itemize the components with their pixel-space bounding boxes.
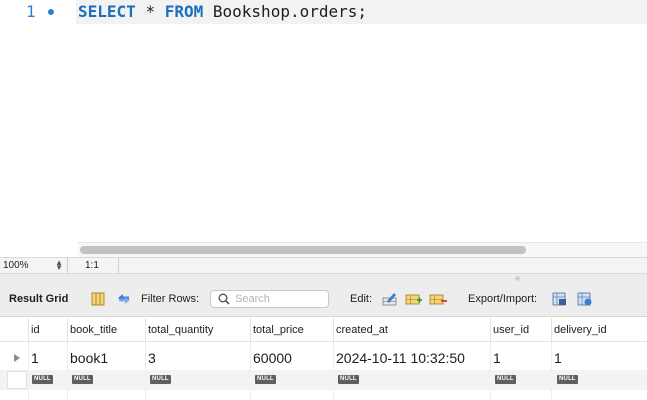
cell-id[interactable]: 1 [28, 344, 39, 368]
sql-query[interactable]: SELECT * FROM Bookshop.orders; [78, 2, 367, 21]
cell-created-at[interactable]: 2024-10-11 10:32:50 [333, 344, 465, 368]
column-header-total-price[interactable]: total_price [250, 318, 334, 342]
horizontal-scrollbar-thumb[interactable] [80, 246, 526, 254]
column-header-book-title[interactable]: book_title [67, 318, 146, 342]
result-grid-tab[interactable]: Result Grid [9, 293, 68, 305]
statement-marker-icon [48, 9, 54, 15]
new-row-selector[interactable] [7, 371, 27, 389]
export-icon[interactable] [551, 291, 569, 307]
cell-total-price[interactable]: 60000 [250, 344, 292, 368]
table-name: Bookshop.orders; [212, 2, 368, 21]
null-badge[interactable]: NULL [557, 375, 578, 384]
line-number: 1 [26, 2, 36, 21]
null-badge[interactable]: NULL [32, 375, 53, 384]
search-icon [218, 293, 230, 305]
current-row-arrow-icon [14, 354, 20, 362]
editor-status-bar: 100% ▲ ▼ 1:1 [0, 257, 647, 274]
column-header-user-id[interactable]: user_id [490, 318, 552, 342]
insert-row-icon[interactable] [405, 291, 423, 307]
zoom-value: 100% [3, 260, 29, 271]
panel-splitter[interactable] [0, 274, 647, 283]
export-import-label: Export/Import: [468, 293, 538, 305]
select-star: * [145, 2, 156, 21]
null-badge[interactable]: NULL [255, 375, 276, 384]
cursor-position: 1:1 [68, 258, 119, 273]
zoom-select[interactable]: 100% ▲ ▼ [0, 258, 68, 273]
column-header-delivery-id[interactable]: delivery_id [551, 318, 646, 342]
delete-row-icon[interactable] [429, 291, 447, 307]
edit-label: Edit: [350, 293, 373, 305]
filter-search-box[interactable] [210, 290, 329, 308]
chevron-updown-icon: ▲ ▼ [55, 258, 63, 272]
null-badge[interactable]: NULL [338, 375, 359, 384]
refresh-icon[interactable] [115, 291, 133, 307]
keyword-select: SELECT [78, 2, 136, 21]
sql-editor[interactable]: 1 SELECT * FROM Bookshop.orders; [0, 0, 647, 258]
null-badge[interactable]: NULL [495, 375, 516, 384]
cell-delivery-id[interactable]: 1 [551, 344, 562, 368]
column-header-created-at[interactable]: created_at [333, 318, 491, 342]
cell-total-quantity[interactable]: 3 [145, 344, 156, 368]
cell-book-title[interactable]: book1 [67, 344, 108, 368]
new-row[interactable] [0, 370, 647, 390]
import-icon[interactable] [576, 291, 594, 307]
cell-user-id[interactable]: 1 [490, 344, 501, 368]
result-toolbar: Result Grid Filter Rows: Edit: [0, 283, 647, 317]
grid-layout-icon[interactable] [89, 291, 107, 307]
column-header-id[interactable]: id [28, 318, 68, 342]
edit-row-icon[interactable] [381, 291, 399, 307]
splitter-handle-icon[interactable] [515, 276, 520, 281]
keyword-from: FROM [164, 2, 204, 21]
null-badge[interactable]: NULL [72, 375, 93, 384]
filter-rows-label: Filter Rows: [141, 293, 200, 305]
search-input[interactable] [235, 292, 325, 306]
null-badge[interactable]: NULL [150, 375, 171, 384]
result-grid[interactable]: id book_title total_quantity total_price… [0, 318, 647, 400]
column-header-total-quantity[interactable]: total_quantity [145, 318, 251, 342]
